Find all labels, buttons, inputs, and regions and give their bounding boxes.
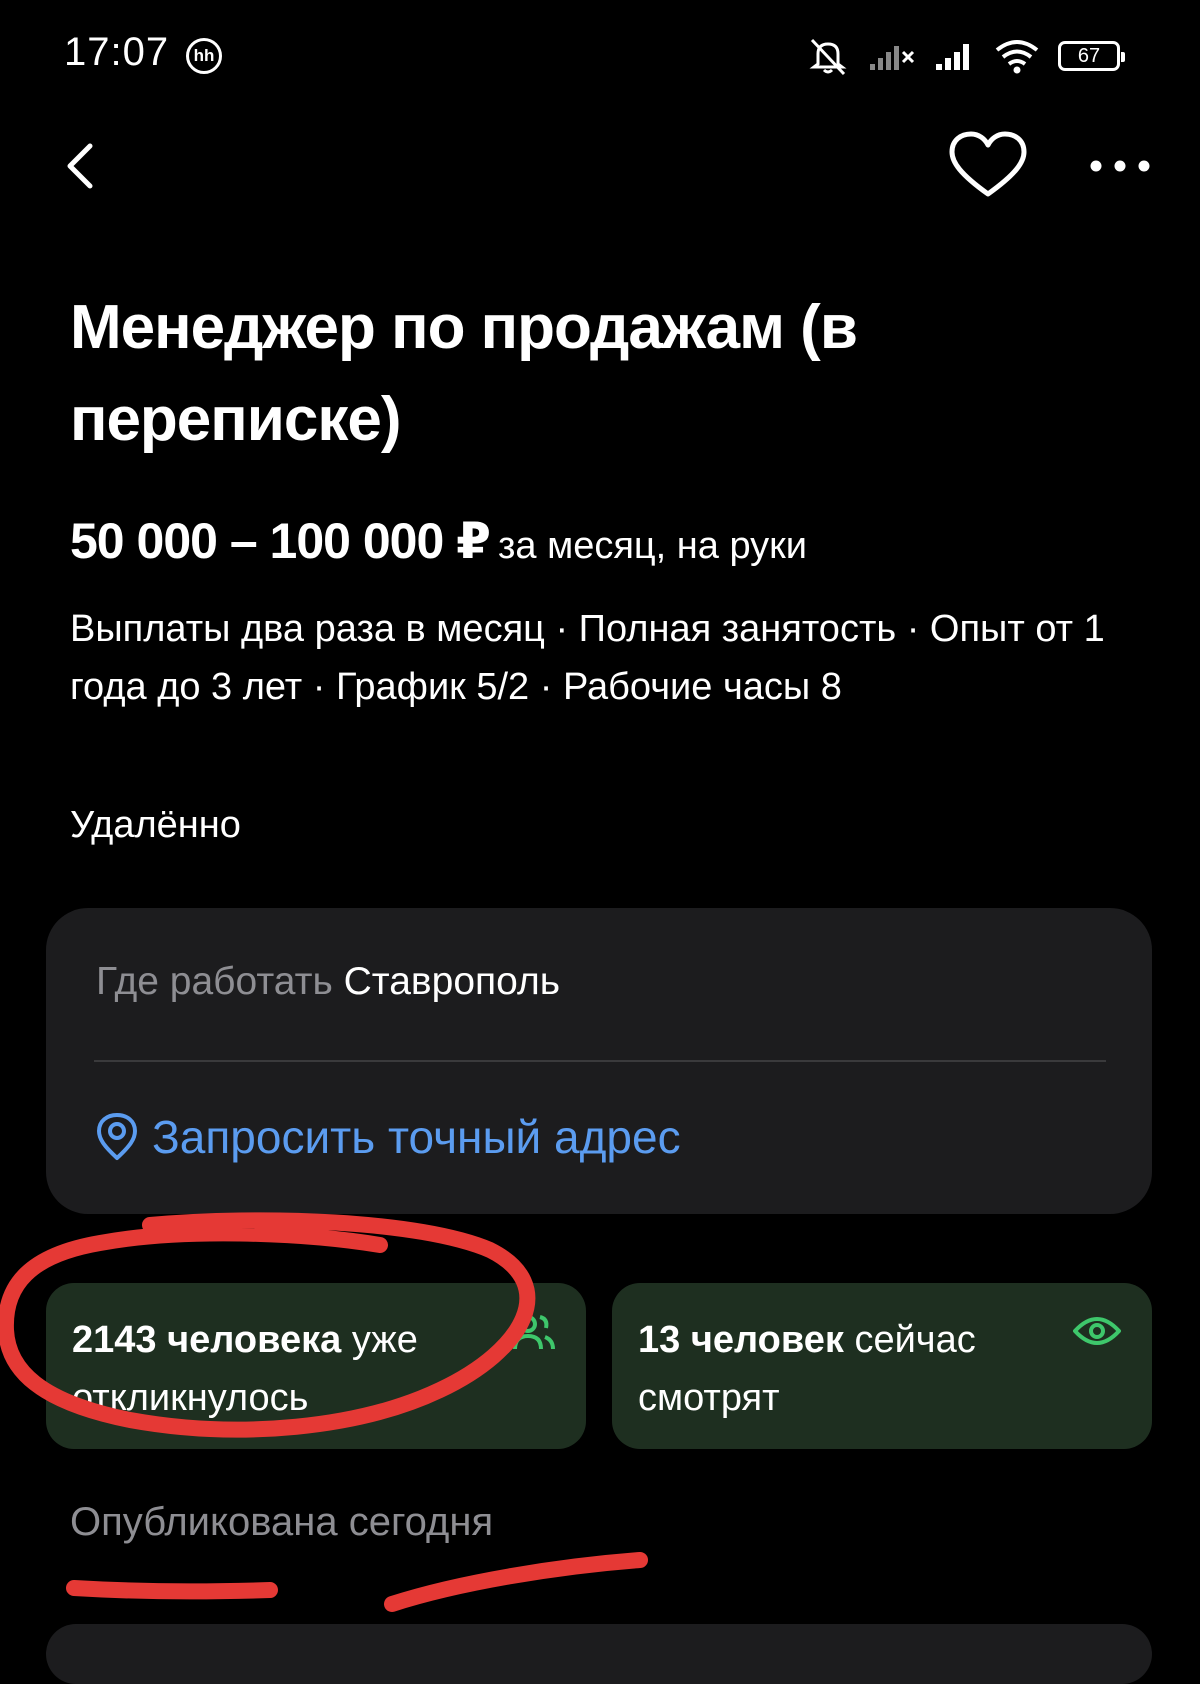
location-row: Где работать Ставрополь: [96, 960, 560, 1004]
responses-count: 2143 человека: [72, 1319, 342, 1361]
heart-icon: [949, 131, 1027, 197]
salary-note: за месяц, на руки: [497, 525, 808, 567]
back-button[interactable]: [56, 130, 116, 200]
responses-text: 2143 человека уже откликнулось: [72, 1311, 512, 1427]
responses-card: 2143 человека уже откликнулось: [46, 1283, 586, 1449]
location-card: Где работать Ставрополь Запросить точный…: [46, 908, 1152, 1214]
location-pin-icon: [97, 1113, 137, 1160]
chevron-left-icon: [67, 143, 93, 189]
wifi-icon: [995, 40, 1039, 74]
annotation-underline: [384, 1552, 648, 1612]
request-address-link[interactable]: Запросить точный адрес: [94, 1110, 681, 1164]
battery-icon: 67: [1058, 41, 1125, 71]
hh-icon: hh: [186, 38, 222, 74]
location-label: Где работать: [96, 960, 333, 1003]
more-horizontal-icon: [1090, 160, 1150, 172]
status-time: 17:07: [64, 30, 170, 74]
viewers-text: 13 человек сейчас смотрят: [638, 1311, 1078, 1427]
salary: 50 000 – 100 000 ₽ за месяц, на руки: [70, 512, 807, 570]
annotation-underline: [66, 1580, 278, 1600]
eye-icon: [1073, 1317, 1121, 1345]
more-button[interactable]: [1086, 138, 1156, 194]
bottom-card: [46, 1624, 1152, 1684]
vacancy-conditions: Выплаты два раза в месяц · Полная занято…: [70, 608, 1105, 708]
salary-amount: 50 000 – 100 000 ₽: [70, 513, 491, 569]
location-city: Ставрополь: [343, 960, 561, 1003]
viewers-card: 13 человек сейчас смотрят: [612, 1283, 1152, 1449]
divider: [94, 1060, 1106, 1062]
signal-bars-icon: [870, 46, 915, 70]
work-format: Удалённо: [70, 804, 241, 846]
vacancy-title: Менеджер по продажам (в переписке): [70, 293, 858, 454]
status-icons: 67: [806, 34, 1125, 78]
signal-bars-icon: [936, 44, 969, 70]
request-address-label: Запросить точный адрес: [152, 1111, 681, 1163]
favorite-button[interactable]: [946, 128, 1030, 204]
bell-muted-icon: [809, 38, 847, 76]
published-date: Опубликована сегодня: [70, 1500, 494, 1544]
viewers-count: 13 человек: [638, 1319, 844, 1361]
people-icon: [513, 1315, 555, 1350]
